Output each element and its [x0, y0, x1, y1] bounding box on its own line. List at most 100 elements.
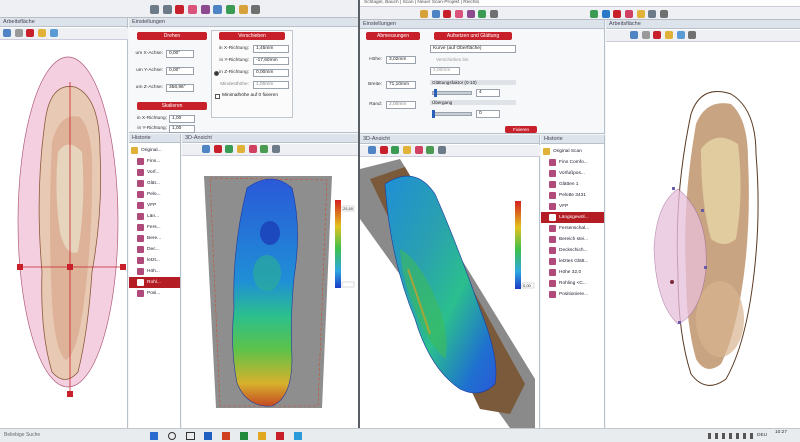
- history-item[interactable]: Pelotte 3431: [541, 190, 604, 201]
- stack-icon[interactable]: [490, 10, 499, 18]
- history-item[interactable]: VFP: [129, 200, 180, 211]
- note-icon[interactable]: [665, 31, 674, 39]
- history-item[interactable]: Rohl...: [129, 277, 180, 288]
- app-icon-3[interactable]: [240, 432, 248, 440]
- history-item[interactable]: Bereich stei...: [541, 234, 604, 245]
- history-item[interactable]: letztes Glätt...: [541, 256, 604, 267]
- save-icon[interactable]: [431, 10, 440, 18]
- shoe-icon[interactable]: [200, 5, 210, 14]
- language-indicator[interactable]: DEU: [757, 433, 767, 438]
- tray-icons[interactable]: [708, 433, 754, 439]
- option1-field[interactable]: 2,00mm: [430, 67, 460, 75]
- foot-scan-left[interactable]: [0, 42, 128, 428]
- insole-heatmap-right[interactable]: 0,00: [360, 159, 540, 428]
- settings-icon[interactable]: [660, 10, 669, 18]
- tag-icon[interactable]: [676, 31, 685, 39]
- app-icon-5[interactable]: [276, 432, 284, 440]
- width-field[interactable]: 71,10mm: [386, 81, 416, 89]
- foot-pink-icon[interactable]: [188, 5, 198, 14]
- foot-red-icon[interactable]: [175, 5, 185, 14]
- measure-icon[interactable]: [14, 29, 23, 37]
- view-icon[interactable]: [3, 29, 11, 37]
- open-icon[interactable]: [420, 10, 428, 18]
- insole-icon[interactable]: [238, 5, 248, 14]
- history-item[interactable]: Positioniere...: [541, 289, 604, 300]
- app-icon-1[interactable]: [204, 432, 212, 440]
- windows-start-icon[interactable]: [150, 432, 158, 440]
- scale-x-field[interactable]: 1,00: [169, 115, 195, 123]
- factor-slider-track[interactable]: [432, 91, 472, 95]
- rotate-y-field[interactable]: 0,00°: [166, 67, 194, 75]
- transition-slider-track[interactable]: [432, 112, 472, 116]
- transition-slider-thumb[interactable]: [432, 110, 435, 118]
- settings-icon[interactable]: [251, 5, 261, 14]
- history-item[interactable]: Längsgewöl...: [541, 212, 604, 223]
- app-icon-6[interactable]: [294, 432, 302, 440]
- layer-icon[interactable]: [625, 10, 634, 18]
- history-item[interactable]: Dec...: [129, 244, 180, 255]
- pin-icon[interactable]: [26, 29, 35, 37]
- wave-icon[interactable]: [414, 146, 423, 154]
- history-item[interactable]: Glätten 1: [541, 179, 604, 190]
- pen-icon[interactable]: [636, 10, 645, 18]
- heatmap-icon[interactable]: [237, 145, 246, 153]
- fix-min-height-checkbox[interactable]: [215, 94, 220, 99]
- foot-pink-icon[interactable]: [455, 10, 464, 18]
- pin-icon[interactable]: [653, 31, 662, 39]
- search-box[interactable]: Beliebige Suche: [4, 432, 40, 438]
- color-icon[interactable]: [213, 145, 222, 153]
- app-icon-4[interactable]: [258, 432, 266, 440]
- history-item[interactable]: Original Scan: [541, 146, 604, 157]
- measure-icon[interactable]: [641, 31, 650, 39]
- history-item[interactable]: Höhe 32,0: [541, 267, 604, 278]
- task-view-icon[interactable]: [186, 432, 195, 440]
- factor-field[interactable]: 4: [476, 89, 500, 97]
- shade-icon[interactable]: [391, 146, 400, 154]
- foot-icon[interactable]: [438, 146, 447, 154]
- shoe-icon[interactable]: [466, 10, 475, 18]
- fix-button[interactable]: Fixieren: [505, 126, 537, 133]
- color-icon[interactable]: [379, 146, 388, 154]
- cube-icon[interactable]: [368, 146, 376, 154]
- history-item[interactable]: Bere...: [129, 233, 180, 244]
- layer-icon[interactable]: [213, 5, 223, 14]
- tag-icon[interactable]: [49, 29, 58, 37]
- history-item[interactable]: Finn...: [129, 156, 180, 167]
- move-y-field[interactable]: -17,60mm: [253, 57, 289, 65]
- insole-icon[interactable]: [260, 145, 269, 153]
- undo-icon[interactable]: [150, 5, 159, 14]
- history-item[interactable]: Original...: [129, 145, 180, 156]
- insole-icon[interactable]: [426, 146, 435, 154]
- history-item[interactable]: letzt...: [129, 255, 180, 266]
- move-x-field[interactable]: 1,45mm: [253, 45, 289, 53]
- insole-icon[interactable]: [478, 10, 487, 18]
- history-item[interactable]: Höh...: [129, 266, 180, 277]
- history-item[interactable]: Finn Comfo...: [541, 157, 604, 168]
- heatmap-icon[interactable]: [403, 146, 412, 154]
- redo-icon[interactable]: [162, 5, 172, 14]
- history-item[interactable]: Fersenschal...: [541, 223, 604, 234]
- wave-icon[interactable]: [248, 145, 257, 153]
- foot-scan-right[interactable]: [606, 44, 800, 428]
- foot-icon[interactable]: [272, 145, 281, 153]
- app-icon-2[interactable]: [222, 432, 230, 440]
- history-item[interactable]: Vorf...: [129, 167, 180, 178]
- mode-select[interactable]: Kurve (auf Oberfläche): [430, 45, 516, 53]
- view-icon[interactable]: [630, 31, 638, 39]
- foot-red-icon[interactable]: [613, 10, 622, 18]
- cube-icon[interactable]: [202, 145, 210, 153]
- history-item[interactable]: Glät...: [129, 178, 180, 189]
- grid-icon[interactable]: [226, 5, 236, 14]
- height-field[interactable]: 3,02mm: [386, 56, 416, 64]
- foot-red-icon[interactable]: [443, 10, 452, 18]
- history-item[interactable]: Rohling <C...: [541, 278, 604, 289]
- foot-blue-icon[interactable]: [601, 10, 610, 18]
- measure-icon[interactable]: [648, 10, 657, 18]
- edge-field[interactable]: 2,00mm: [386, 101, 416, 109]
- factor-slider-thumb[interactable]: [434, 89, 437, 97]
- history-item[interactable]: Deckschich...: [541, 245, 604, 256]
- history-item[interactable]: Posi...: [129, 288, 180, 299]
- move-z-field[interactable]: 0,00mm: [253, 69, 289, 77]
- history-item[interactable]: Fers...: [129, 222, 180, 233]
- clock[interactable]: 10:27: [775, 430, 787, 435]
